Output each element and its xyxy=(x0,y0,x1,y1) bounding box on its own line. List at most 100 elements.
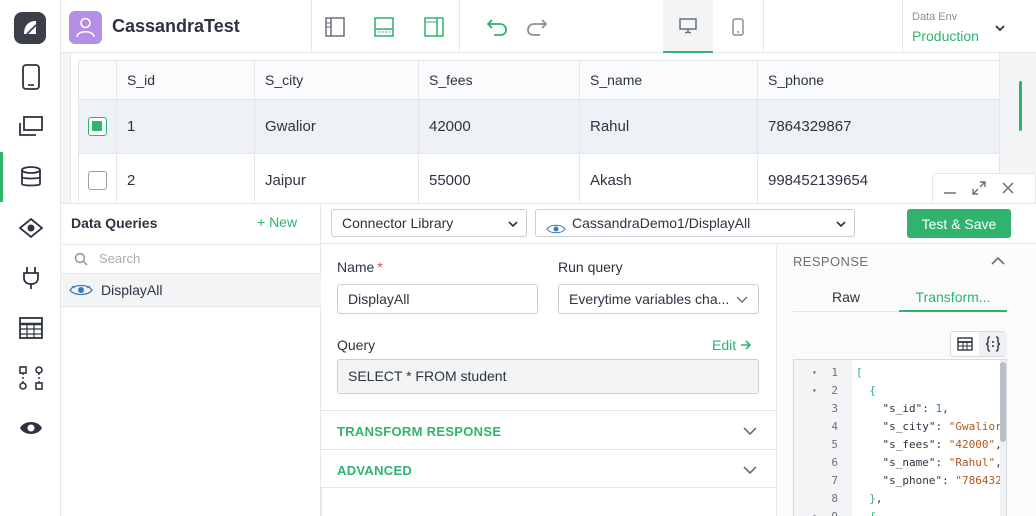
mobile-view-button[interactable] xyxy=(713,0,763,53)
new-query-button[interactable]: + New xyxy=(257,214,297,230)
connector-select[interactable]: Connector Library xyxy=(331,209,527,237)
table-icon xyxy=(18,317,43,339)
eye-icon xyxy=(19,422,42,434)
query-label: Query xyxy=(337,337,376,353)
tab-transformed[interactable]: Transform... xyxy=(899,282,1007,312)
column-header[interactable]: S_phone xyxy=(757,60,1000,100)
redo-icon xyxy=(527,19,548,36)
line-number: 5 xyxy=(831,438,838,451)
fold-toggle-icon[interactable]: ▾ xyxy=(812,368,817,377)
code-line: "s_city": "Gwalior", xyxy=(882,420,1007,433)
undo-button[interactable] xyxy=(484,14,510,40)
query-name-input[interactable]: DisplayAll xyxy=(337,284,538,314)
database-icon xyxy=(20,166,41,187)
line-number: 4 xyxy=(831,420,838,433)
response-panel: RESPONSE Raw Transform... 1▾2▾3456789▾ [… xyxy=(776,245,1036,516)
line-number: 3 xyxy=(831,402,838,415)
inspector-button[interactable] xyxy=(0,203,61,253)
database-button[interactable] xyxy=(0,152,61,202)
arrow-right-icon xyxy=(740,337,752,353)
fold-toggle-icon[interactable]: ▾ xyxy=(812,512,817,516)
code-line: "s_name": "Rahul", xyxy=(882,456,1002,469)
chevron-down-icon xyxy=(743,423,757,439)
datasource-value: CassandraDemo1/DisplayAll xyxy=(572,215,751,231)
components-button[interactable] xyxy=(0,102,61,152)
column-header[interactable]: S_name xyxy=(579,60,758,100)
table-cell: Akash xyxy=(579,153,758,204)
datasource-select[interactable]: CassandraDemo1/DisplayAll xyxy=(535,209,855,237)
app-title[interactable]: CassandraTest xyxy=(112,16,240,37)
app-canvas: S_id S_city S_fees S_name S_phone 1 Gwal… xyxy=(61,53,1036,204)
data-env-value[interactable]: Production xyxy=(912,28,979,44)
table-row[interactable]: 2 Jaipur 55000 Akash 998452139654 xyxy=(78,153,1000,204)
close-icon[interactable] xyxy=(1000,180,1016,199)
left-sidebar xyxy=(0,0,61,516)
code-line: "s_id": 1, xyxy=(882,402,949,415)
redo-button[interactable] xyxy=(524,14,550,40)
tables-button[interactable] xyxy=(0,303,61,353)
row-checkbox[interactable] xyxy=(88,117,107,136)
search-input[interactable] xyxy=(99,251,299,266)
json-view-icon[interactable] xyxy=(979,332,1007,356)
tab-raw[interactable]: Raw xyxy=(793,282,899,312)
run-query-select[interactable]: Everytime variables cha... xyxy=(558,284,759,314)
chevron-down-icon[interactable] xyxy=(994,20,1006,36)
fold-toggle-icon[interactable]: ▾ xyxy=(812,386,817,395)
test-save-button[interactable]: Test & Save xyxy=(907,209,1011,238)
query-search xyxy=(61,244,321,274)
table-cell: 7864329867 xyxy=(757,99,1000,154)
row-checkbox[interactable] xyxy=(88,171,107,190)
table-row[interactable]: 1 Gwalior 42000 Rahul 7864329867 xyxy=(78,99,1000,154)
desktop-icon xyxy=(679,17,697,33)
edit-query-link[interactable]: Edit xyxy=(712,337,752,353)
line-number: 8 xyxy=(831,492,838,505)
layers-icon xyxy=(18,116,43,136)
app-avatar-icon xyxy=(69,11,102,44)
column-header[interactable]: S_city xyxy=(254,60,419,100)
chevron-down-icon xyxy=(508,210,518,236)
transform-response-section[interactable]: TRANSFORM RESPONSE xyxy=(321,410,776,449)
query-list: Data Queries + New DisplayAll xyxy=(61,204,321,516)
toggle-bottom-panel-button[interactable] xyxy=(371,14,397,40)
layout-bottom-icon xyxy=(374,17,394,37)
table-cell: Rahul xyxy=(579,99,758,154)
connector-value: Connector Library xyxy=(342,215,454,231)
response-view-toggle xyxy=(950,331,1007,357)
table-cell: 2 xyxy=(116,153,255,204)
workflow-button[interactable] xyxy=(0,353,61,403)
pages-button[interactable] xyxy=(0,52,61,102)
preview-button[interactable] xyxy=(0,403,61,453)
code-line: { xyxy=(869,384,876,397)
query-list-item[interactable]: DisplayAll xyxy=(61,274,321,307)
select-column-header xyxy=(78,60,117,100)
plugins-button[interactable] xyxy=(0,253,61,303)
run-query-value: Everytime variables cha... xyxy=(569,291,730,307)
eye-diamond-icon xyxy=(18,217,43,239)
table-cell: 42000 xyxy=(418,99,580,154)
column-header[interactable]: S_id xyxy=(116,60,255,100)
minimize-icon[interactable] xyxy=(942,180,958,199)
json-scrollbar[interactable] xyxy=(1000,360,1006,516)
chevron-up-icon[interactable] xyxy=(991,253,1005,269)
response-json-viewer[interactable]: 1▾2▾3456789▾ [ { "s_id": 1, "s_city": "G… xyxy=(793,359,1007,516)
plug-icon xyxy=(22,267,39,289)
column-header[interactable]: S_fees xyxy=(418,60,580,100)
toggle-left-panel-button[interactable] xyxy=(322,14,348,40)
toggle-right-panel-button[interactable] xyxy=(421,14,447,40)
code-line: "s_phone": "7864329867" xyxy=(882,474,1007,487)
line-number: 6 xyxy=(831,456,838,469)
response-title: RESPONSE xyxy=(793,254,869,269)
name-label: Name * xyxy=(337,259,383,275)
chevron-down-icon xyxy=(743,462,757,478)
query-panel: Data Queries + New DisplayAll Connector … xyxy=(61,203,1036,516)
advanced-section[interactable]: ADVANCED xyxy=(321,449,776,488)
desktop-view-button[interactable] xyxy=(663,0,713,53)
mobile-page-icon xyxy=(21,64,40,90)
tooljet-logo-icon[interactable] xyxy=(14,12,46,44)
expand-icon[interactable] xyxy=(971,180,987,199)
required-marker: * xyxy=(377,259,383,275)
query-toolbar: Connector Library CassandraDemo1/Display… xyxy=(321,204,1036,244)
query-editor[interactable]: SELECT * FROM student xyxy=(337,359,759,394)
table-view-icon[interactable] xyxy=(951,332,979,356)
canvas-scrollbar[interactable] xyxy=(1019,81,1022,131)
